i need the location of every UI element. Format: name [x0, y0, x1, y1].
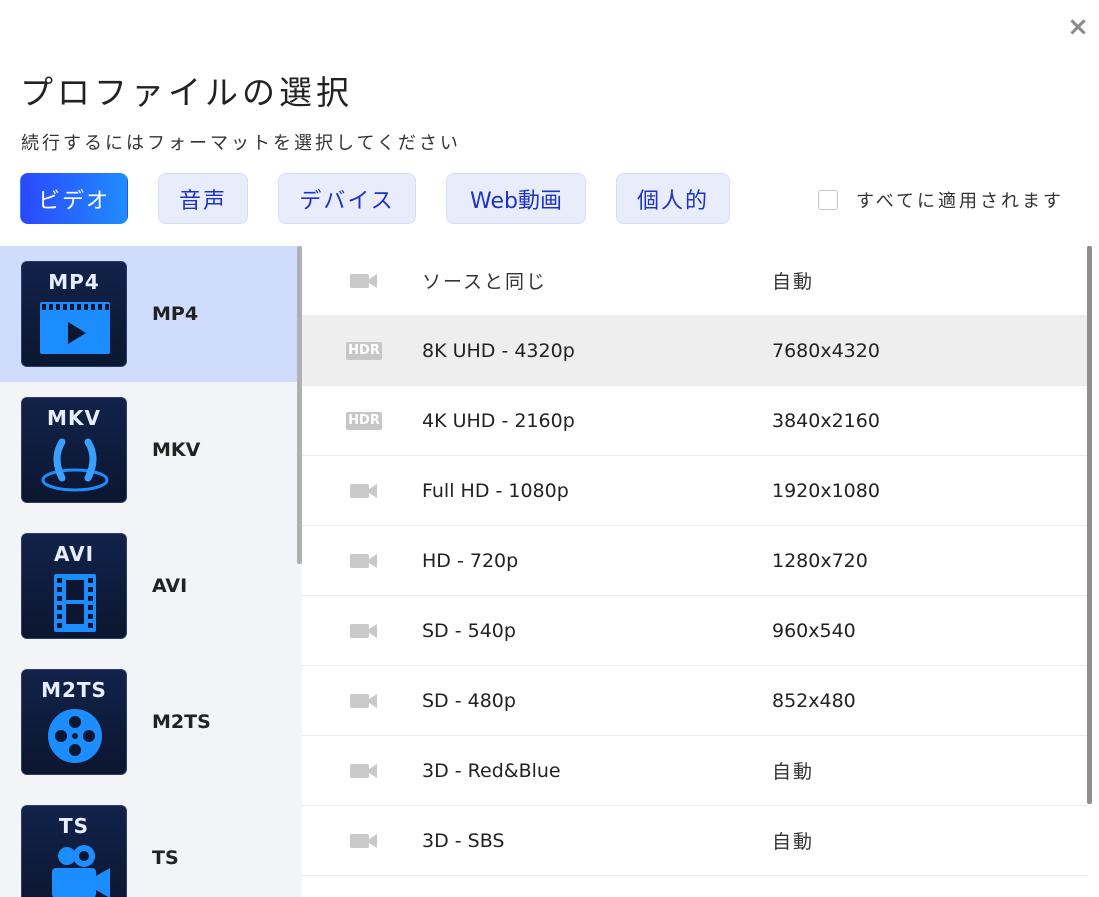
profile-resolution: 852x480 — [772, 689, 856, 712]
profile-resolution: 1280x720 — [772, 549, 868, 572]
profile-row[interactable]: HDR 4K UHD - 2160p 3840x2160 — [302, 386, 1088, 456]
hdr-badge: HDR — [346, 341, 382, 360]
profile-name: Full HD - 1080p — [422, 479, 569, 502]
profile-row[interactable]: HDR 8K UHD - 4320p 7680x4320 — [302, 316, 1088, 386]
profile-list[interactable]: ソースと同じ 自動 HDR 8K UHD - 4320p 7680x4320 H… — [302, 246, 1088, 897]
profile-row[interactable]: 3D - SBS 自動 — [302, 806, 1088, 876]
hdr-badge-icon: HDR — [342, 340, 386, 362]
profile-resolution: 960x540 — [772, 619, 856, 642]
dialog-title: プロファイルの選択 — [20, 73, 353, 112]
profile-resolution: 自動 — [772, 831, 815, 853]
apply-all-option[interactable]: すべてに適用されます — [818, 187, 1064, 213]
category-tabs: ビデオ 音声 デバイス Web動画 個人的 — [20, 173, 760, 224]
camera-icon: TS — [21, 805, 127, 897]
matroska-icon: MKV — [21, 397, 127, 503]
camera-icon — [342, 550, 386, 572]
format-item-avi[interactable]: AVI AVI — [0, 518, 297, 654]
profile-row[interactable]: ソースと同じ 自動 — [302, 246, 1088, 316]
profile-name: HD - 720p — [422, 549, 519, 572]
profile-name: SD - 480p — [422, 689, 516, 712]
hdr-badge: HDR — [346, 411, 382, 430]
tab-video[interactable]: ビデオ — [20, 173, 128, 224]
format-item-mp4[interactable]: MP4 MP4 — [0, 246, 297, 382]
close-icon: × — [1067, 12, 1089, 42]
profile-resolution: 1920x1080 — [772, 479, 880, 502]
camera-icon — [342, 480, 386, 502]
profile-name: ソースと同じ — [422, 271, 548, 293]
profile-name: SD - 540p — [422, 619, 516, 642]
format-item-m2ts[interactable]: M2TS M2TS — [0, 654, 297, 790]
apply-all-checkbox[interactable] — [818, 190, 838, 210]
close-button[interactable]: × — [1067, 14, 1089, 40]
format-item-ts[interactable]: TS TS — [0, 790, 297, 897]
tab-personal[interactable]: 個人的 — [616, 173, 730, 224]
camera-icon — [342, 270, 386, 292]
profile-name: 3D - Red&Blue — [422, 759, 561, 782]
profile-name: 3D - SBS — [422, 829, 505, 852]
profile-row[interactable]: 3D - Red&Blue 自動 — [302, 736, 1088, 806]
format-name: TS — [152, 847, 179, 869]
apply-all-label: すべてに適用されます — [856, 191, 1065, 212]
format-item-mkv[interactable]: MKV MKV — [0, 382, 297, 518]
format-name: AVI — [152, 575, 188, 597]
profile-row[interactable]: SD - 480p 852x480 — [302, 666, 1088, 736]
film-play-icon: MP4 — [21, 261, 127, 367]
profile-row[interactable]: SD - 540p 960x540 — [302, 596, 1088, 666]
tab-web-video[interactable]: Web動画 — [446, 173, 586, 224]
camera-icon — [342, 690, 386, 712]
profile-list-scrollbar[interactable] — [1087, 246, 1092, 804]
camera-icon — [342, 620, 386, 642]
format-list[interactable]: MP4 MP4 MKV MKV AVI AVI M2TS M2TS TS TS — [0, 246, 302, 897]
dialog-subtitle: 続行するにはフォーマットを選択してください — [21, 133, 461, 154]
format-name: M2TS — [152, 711, 211, 733]
camera-icon — [342, 830, 386, 852]
tab-audio[interactable]: 音声 — [158, 173, 248, 224]
tab-device[interactable]: デバイス — [278, 173, 416, 224]
profile-resolution: 7680x4320 — [772, 339, 880, 362]
format-name: MKV — [152, 439, 201, 461]
profile-row[interactable]: Full HD - 1080p 1920x1080 — [302, 456, 1088, 526]
profile-row[interactable]: HD - 720p 1280x720 — [302, 526, 1088, 596]
film-strip-icon: AVI — [21, 533, 127, 639]
film-reel-icon: M2TS — [21, 669, 127, 775]
hdr-badge-icon: HDR — [342, 410, 386, 432]
profile-resolution: 自動 — [772, 761, 815, 783]
profile-resolution: 自動 — [772, 271, 815, 293]
profile-name: 8K UHD - 4320p — [422, 339, 575, 362]
format-name: MP4 — [152, 303, 199, 325]
camera-icon — [342, 760, 386, 782]
profile-name: 4K UHD - 2160p — [422, 409, 575, 432]
profile-resolution: 3840x2160 — [772, 409, 880, 432]
